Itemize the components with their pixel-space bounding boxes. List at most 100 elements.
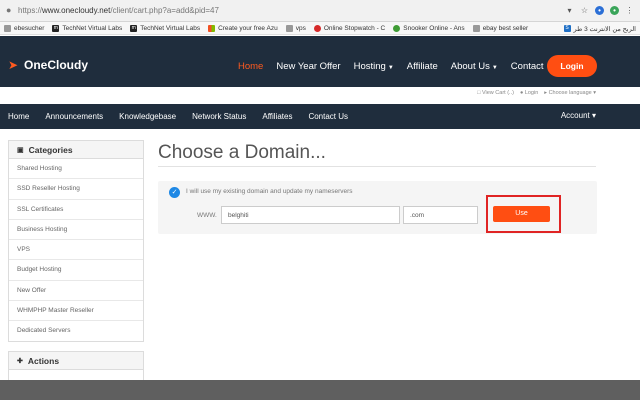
nav-hosting[interactable]: Hosting ▼ [354, 61, 394, 72]
category-item[interactable]: Business Hosting [9, 220, 143, 240]
actions-title: Actions [27, 355, 60, 366]
bookmark-arabic[interactable]: S الربح من الانترنت 3 طر [563, 22, 637, 34]
subnav-affiliates[interactable]: Affiliates [262, 112, 292, 121]
checkmark-icon[interactable]: ✓ [169, 187, 180, 198]
category-item[interactable]: SSD Reseller Hosting [9, 179, 143, 200]
actions-header[interactable]: ✚ Actions [9, 352, 143, 370]
use-button[interactable]: Use [493, 206, 550, 222]
bookmark-label: TechNet Virtual Labs [62, 24, 123, 32]
bookmark[interactable]: ebesucher [4, 24, 45, 32]
nav-label: About Us [450, 61, 490, 72]
nav-label: Affiliate [406, 61, 438, 72]
caret-down-icon: ▾ [589, 111, 596, 120]
nav-label: Hosting [353, 61, 386, 72]
tnn-icon [285, 24, 293, 32]
title-divider [158, 166, 596, 167]
rocket-icon: ➤ [8, 58, 19, 72]
bookmark-label: Snooker Online - Ans [403, 24, 465, 32]
bookmark-label: ebay best seller [482, 24, 529, 32]
url-text[interactable]: https://www.onecloudy.net/client/cart.ph… [18, 6, 565, 15]
bottom-overlay [0, 380, 640, 400]
choose-language-label: Choose language [548, 90, 592, 96]
category-item[interactable]: Budget Hosting [9, 260, 143, 281]
caret-down-icon: ▼ [387, 65, 394, 71]
menu-icon[interactable]: ⋮ [625, 6, 634, 15]
category-item[interactable]: Dedicated Servers [9, 321, 143, 341]
plus-icon: ✚ [17, 357, 23, 365]
view-cart-label: View Cart (..) [481, 90, 514, 96]
site-logo[interactable]: ➤ OneCloudy [8, 58, 88, 72]
category-item[interactable]: New Offer [9, 281, 143, 301]
star-icon[interactable]: ☆ [580, 6, 589, 15]
category-item[interactable]: SSL Certificates [9, 200, 143, 220]
url-prefix: https:// [18, 6, 43, 15]
caret-down-icon: ▼ [491, 65, 498, 71]
subnav-announcements[interactable]: Announcements [45, 112, 103, 121]
nav-new-year-offer[interactable]: New Year Offer [276, 61, 340, 72]
bookmark[interactable]: Create your free Azu [208, 24, 278, 32]
url-host: www.onecloudy.net [42, 6, 111, 15]
subnav-network-status[interactable]: Network Status [192, 112, 246, 121]
bookmarks-bar: ebesucher m TechNet Virtual Labs m TechNet… [0, 22, 640, 35]
nav-affiliate[interactable]: Affiliate [407, 61, 438, 72]
nav-label: Contact [510, 61, 544, 72]
bookmark[interactable]: Online Stopwatch - C [313, 24, 386, 32]
bookmark-label: vps [295, 24, 306, 32]
cart-icon: ▣ [17, 146, 24, 154]
nav-home[interactable]: Home [238, 61, 263, 72]
stopwatch-icon [313, 24, 321, 32]
tld-input[interactable] [403, 206, 478, 224]
bookmark-label: Online Stopwatch - C [323, 24, 386, 32]
www-prefix-label: WWW. [197, 212, 217, 219]
category-item[interactable]: Shared Hosting [9, 159, 143, 180]
extension-icon[interactable]: • [595, 6, 604, 15]
utility-links: □ View Cart (..) ● Login ▸ Choose langua… [0, 87, 640, 99]
bookmark-label: الربح من الانترنت 3 طر [573, 25, 637, 33]
nav-label: Home [238, 61, 264, 72]
browser-window: ● https://www.onecloudy.net/client/cart.… [0, 0, 640, 400]
s-favicon-icon: S [563, 25, 571, 32]
login-link-label: Login [524, 90, 539, 96]
shield-icon[interactable]: • [610, 6, 619, 15]
bookmark[interactable]: m TechNet Virtual Labs [52, 24, 123, 32]
login-button[interactable]: Login [547, 55, 597, 77]
account-label: Account [560, 111, 590, 120]
main-nav: Home New Year Offer Hosting ▼ Affiliate A… [238, 61, 557, 72]
page-title: Choose a Domain... [158, 142, 326, 163]
bookmark-favicon-icon [4, 24, 11, 32]
category-item[interactable]: VPS [9, 240, 143, 261]
bookmark-label: TechNet Virtual Labs [140, 24, 201, 32]
bookmark[interactable]: m TechNet Virtual Labs [130, 24, 201, 32]
subnav-knowledgebase[interactable]: Knowledgebase [119, 112, 176, 121]
pin-icon[interactable]: ▾ [565, 6, 574, 15]
account-menu[interactable]: Account ▾ [561, 111, 596, 120]
category-item[interactable]: WHMPHP Master Reseller [9, 301, 143, 321]
domain-name-input[interactable] [221, 206, 400, 224]
page-icon [472, 24, 480, 32]
bookmark-label: Create your free Azu [218, 24, 278, 32]
snooker-icon [393, 24, 401, 32]
bookmark[interactable]: Snooker Online - Ans [393, 24, 465, 32]
subnav-home[interactable]: Home [8, 112, 29, 121]
microsoft-icon [208, 24, 216, 32]
login-link[interactable]: ● Login [520, 90, 538, 96]
technet-icon: m [130, 24, 138, 32]
address-bar-icons: ▾ ☆ • • ⋮ [565, 6, 634, 15]
subnav-contact-us[interactable]: Contact Us [308, 112, 348, 121]
bookmark-label: ebesucher [14, 24, 45, 32]
nav-contact[interactable]: Contact [511, 61, 544, 72]
categories-title: Categories [28, 144, 73, 155]
lock-icon: ● [6, 5, 12, 15]
nav-label: New Year Offer [276, 61, 341, 72]
categories-header: ▣ Categories [9, 141, 143, 159]
technet-icon: m [52, 24, 60, 32]
bookmark[interactable]: ebay best seller [472, 24, 529, 32]
nav-about-us[interactable]: About Us ▼ [451, 61, 498, 72]
logo-text: OneCloudy [24, 58, 89, 72]
caret-down-icon: ▾ [591, 90, 596, 96]
address-bar[interactable]: ● https://www.onecloudy.net/client/cart.… [0, 0, 640, 22]
choose-language-link[interactable]: ▸ Choose language ▾ [544, 90, 596, 96]
bookmark[interactable]: vps [285, 24, 306, 32]
existing-domain-option-label[interactable]: I will use my existing domain and update… [186, 188, 353, 195]
view-cart-link[interactable]: □ View Cart (..) [477, 90, 514, 96]
